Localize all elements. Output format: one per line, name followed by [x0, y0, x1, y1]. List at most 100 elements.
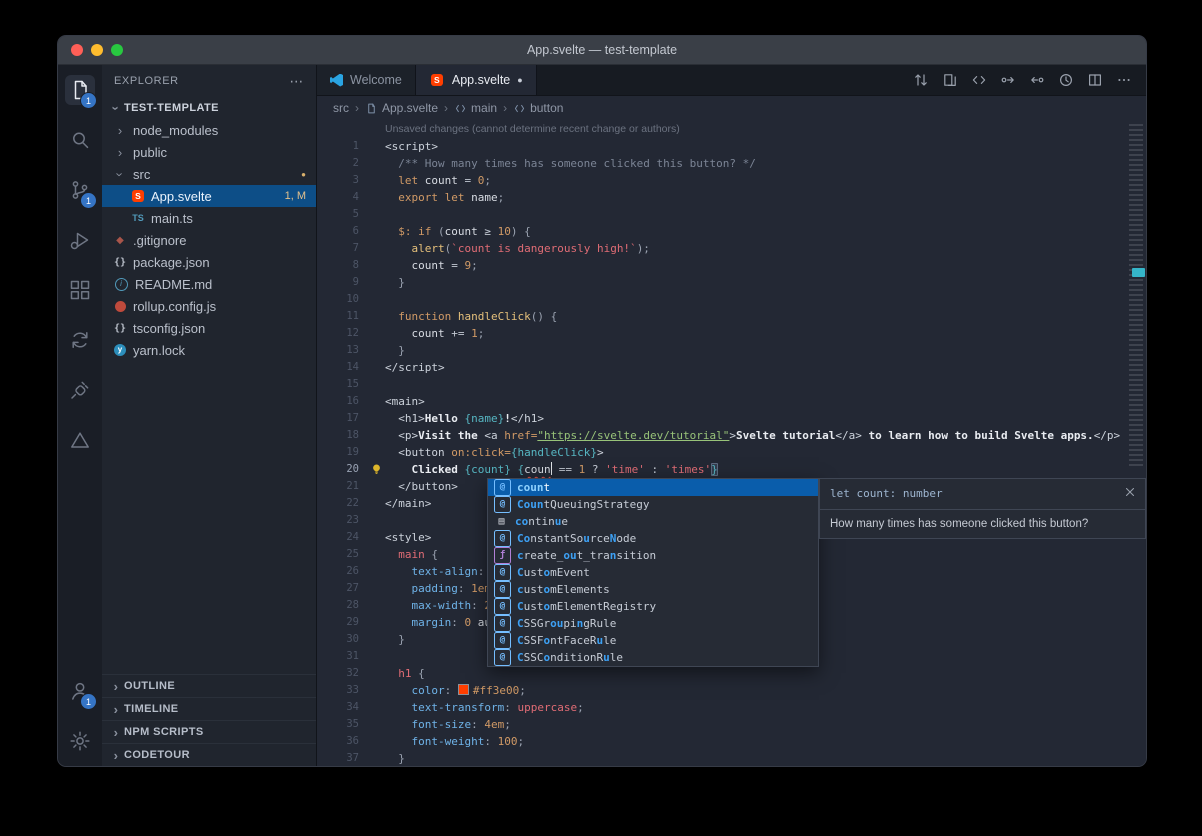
line-number: 8	[317, 257, 367, 274]
suggestion-CustomEvent[interactable]: @CustomEvent	[488, 564, 818, 581]
tab-welcome[interactable]: Welcome	[317, 65, 416, 95]
tree-item-src[interactable]: ›src●	[102, 163, 316, 185]
code-line-34: 34 text-transform: uppercase;	[317, 699, 1146, 716]
breadcrumb-item-App.svelte[interactable]: App.svelte	[365, 101, 438, 115]
unsaved-annotation: Unsaved changes (cannot determine recent…	[317, 120, 1146, 138]
suggestion-CountQueuingStrategy[interactable]: @CountQueuingStrategy	[488, 496, 818, 513]
section-npm-scripts[interactable]: ›NPM SCRIPTS	[102, 720, 316, 743]
code-text: }	[385, 274, 405, 291]
remote-activity-button[interactable]	[58, 365, 102, 415]
gutter-slot	[367, 291, 385, 308]
breadcrumb-item-main[interactable]: main	[454, 101, 497, 115]
close-icon[interactable]	[1123, 485, 1137, 499]
next-change-icon[interactable]	[1029, 72, 1045, 88]
code-line-1: 1<script>	[317, 138, 1146, 155]
tree-item-tsconfig.json[interactable]: {}tsconfig.json	[102, 317, 316, 339]
tree-item-label: yarn.lock	[133, 343, 185, 358]
code-editor[interactable]: Unsaved changes (cannot determine recent…	[317, 120, 1146, 766]
tree-root-test-template[interactable]: › TEST-TEMPLATE	[102, 97, 316, 119]
prev-change-icon[interactable]	[1000, 72, 1016, 88]
chevron-right-icon: ›	[108, 702, 124, 717]
explorer-activity-button[interactable]: 1	[58, 65, 102, 115]
tree-item-yarn.lock[interactable]: yyarn.lock	[102, 339, 316, 361]
suggestion-CustomElementRegistry[interactable]: @CustomElementRegistry	[488, 598, 818, 615]
git-status-badge: 1, M	[285, 190, 316, 202]
gutter-slot	[367, 580, 385, 597]
tree-item-node_modules[interactable]: ›node_modules	[102, 119, 316, 141]
section-codetour[interactable]: ›CODETOUR	[102, 743, 316, 766]
breadcrumb-separator: ›	[444, 101, 448, 115]
tree-item-package.json[interactable]: {} package.json	[102, 251, 316, 273]
line-number: 22	[317, 495, 367, 512]
line-number: 21	[317, 478, 367, 495]
suggestion-label: customElements	[517, 581, 610, 598]
sync-activity-button[interactable]	[58, 315, 102, 365]
tree-item-README.md[interactable]: iREADME.md	[102, 273, 316, 295]
tree-item-label: package.json	[133, 255, 210, 270]
more-actions-icon[interactable]	[1116, 72, 1132, 88]
section-timeline[interactable]: ›TIMELINE	[102, 697, 316, 720]
more-actions-icon[interactable]: ⋯	[289, 73, 304, 90]
code-line-16: 16<main>	[317, 393, 1146, 410]
breadcrumb-item-src[interactable]: src	[333, 101, 349, 115]
tree-item-public[interactable]: ›public	[102, 141, 316, 163]
settings-activity-button[interactable]	[58, 716, 102, 766]
run-debug-activity-button[interactable]	[58, 215, 102, 265]
suggestion-CSSGroupingRule[interactable]: @CSSGroupingRule	[488, 615, 818, 632]
vscode-window: App.svelte — test-template 11 1 EXPLORER…	[57, 35, 1147, 767]
line-number: 5	[317, 206, 367, 223]
extensions-activity-button[interactable]	[58, 265, 102, 315]
minimap-marker	[1132, 268, 1145, 277]
plug-icon	[68, 378, 92, 402]
activity-badge: 1	[80, 192, 97, 209]
accounts-activity-button[interactable]: 1	[58, 666, 102, 716]
suggestion-ConstantSourceNode[interactable]: @ConstantSourceNode	[488, 530, 818, 547]
suggestion-create_out_transition[interactable]: ƒcreate_out_transition	[488, 547, 818, 564]
section-label: NPM SCRIPTS	[124, 726, 204, 738]
line-number: 19	[317, 444, 367, 461]
split-editor-icon[interactable]	[1087, 72, 1103, 88]
code-line-4: 4 export let name;	[317, 189, 1146, 206]
code-text: }	[385, 631, 405, 648]
suggestion-label: count	[517, 479, 550, 496]
suggestion-count[interactable]: @count	[488, 479, 818, 496]
code-text: font-size: 4em;	[385, 716, 511, 733]
gear-icon	[68, 729, 92, 753]
triangle-icon	[68, 428, 92, 452]
code-line-8: 8 count = 9;	[317, 257, 1146, 274]
gutter-slot	[367, 410, 385, 427]
titlebar[interactable]: App.svelte — test-template	[58, 36, 1146, 65]
suggestion-continue[interactable]: ▤continue	[488, 513, 818, 530]
gutter-slot	[367, 189, 385, 206]
suggestion-customElements[interactable]: @customElements	[488, 581, 818, 598]
section-outline[interactable]: ›OUTLINE	[102, 674, 316, 697]
code-line-3: 3 let count = 0;	[317, 172, 1146, 189]
code-line-9: 9 }	[317, 274, 1146, 291]
code-text: color: #ff3e00;	[385, 682, 526, 699]
search-activity-button[interactable]	[58, 115, 102, 165]
tree-item-App.svelte[interactable]: SApp.svelte1, M	[102, 185, 316, 207]
source-control-activity-button[interactable]: 1	[58, 165, 102, 215]
sync-icon	[68, 328, 92, 352]
tree-item-rollup.config.js[interactable]: rollup.config.js	[102, 295, 316, 317]
tree-item-.gitignore[interactable]: ◆.gitignore	[102, 229, 316, 251]
tree-item-label: rollup.config.js	[133, 299, 216, 314]
open-changes-icon[interactable]	[942, 72, 958, 88]
tree-item-main.ts[interactable]: TSmain.ts	[102, 207, 316, 229]
code-text: <main>	[385, 393, 425, 410]
tab-app-svelte[interactable]: SApp.svelte●	[416, 65, 537, 95]
azure-activity-button[interactable]	[58, 415, 102, 465]
breadcrumb-label: button	[530, 101, 563, 115]
code-line-10: 10	[317, 291, 1146, 308]
minimap[interactable]	[1126, 120, 1146, 766]
unsaved-dot-icon: ●	[517, 75, 522, 85]
braces-file-icon: {}	[112, 257, 128, 268]
suggestion-CSSConditionRule[interactable]: @CSSConditionRule	[488, 649, 818, 666]
history-icon[interactable]	[1058, 72, 1074, 88]
breadcrumb-item-button[interactable]: button	[513, 101, 563, 115]
suggestion-CSSFontFaceRule[interactable]: @CSSFontFaceRule	[488, 632, 818, 649]
code-text: <p>Visit the <a href="https://svelte.dev…	[385, 427, 1120, 444]
compare-icon[interactable]	[913, 72, 929, 88]
code-icon[interactable]	[971, 72, 987, 88]
lightbulb-icon[interactable]	[367, 461, 385, 478]
